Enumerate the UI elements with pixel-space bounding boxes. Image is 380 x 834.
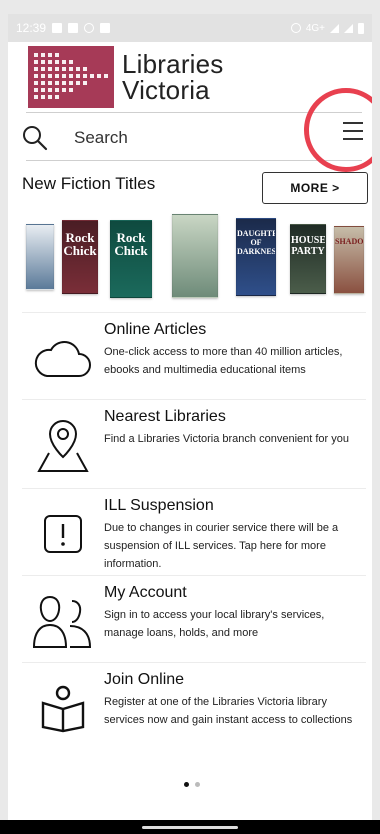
alert-icon <box>22 497 104 571</box>
alarm-icon <box>290 23 301 33</box>
search-icon[interactable] <box>22 125 48 151</box>
book-cover-1[interactable] <box>26 224 54 290</box>
item-title: ILL Suspension <box>104 497 214 514</box>
users-icon <box>22 584 104 658</box>
item-title: Join Online <box>104 671 185 688</box>
search-bar[interactable] <box>22 118 302 158</box>
logo-wordmark: Libraries Victoria <box>122 51 224 103</box>
message-icon <box>100 23 111 33</box>
signal-icon <box>330 23 339 33</box>
home-gesture-bar[interactable] <box>142 826 238 829</box>
item-description: Find a Libraries Victoria branch conveni… <box>104 433 349 445</box>
book-cover-6[interactable]: HOUSE PARTY <box>290 224 326 294</box>
list-item-nearest-libraries[interactable]: Nearest Libraries Find a Libraries Victo… <box>22 399 366 488</box>
book-cover-7-title: SHADOW <box>335 237 364 246</box>
page-dot-active[interactable] <box>184 782 189 787</box>
app-screen: Libraries Victoria New Fiction Titles MO… <box>8 42 372 820</box>
page-dot[interactable] <box>195 782 200 787</box>
reader-icon <box>22 671 104 745</box>
search-divider <box>26 160 362 161</box>
book-cover-6-title: HOUSE PARTY <box>291 235 326 257</box>
feature-list: Online Articles One-click access to more… <box>22 312 366 749</box>
logo-line-1: Libraries <box>122 49 224 79</box>
item-title: My Account <box>104 584 187 601</box>
book-cover-2-title: Rock Chick <box>63 230 97 258</box>
item-title: Online Articles <box>104 321 207 338</box>
app-notification-icon <box>68 23 79 33</box>
book-cover-5-title: DAUGHTER OF DARKNESS <box>237 229 276 256</box>
logo-mark-icon <box>28 46 114 108</box>
item-description: One-click access to more than 40 million… <box>104 346 343 376</box>
item-title: Nearest Libraries <box>104 408 226 425</box>
hamburger-menu-icon[interactable] <box>343 122 363 146</box>
more-button[interactable]: MORE > <box>262 172 368 204</box>
book-cover-3-title: Rock Chick <box>114 230 148 258</box>
signal-icon-2 <box>344 23 353 33</box>
notification-icon <box>52 23 63 33</box>
list-item-my-account[interactable]: My Account Sign in to access your local … <box>22 575 366 662</box>
item-description: Due to changes in courier service there … <box>104 522 339 570</box>
page-indicator <box>184 782 200 787</box>
book-cover-7[interactable]: SHADOW <box>334 226 364 294</box>
item-description: Sign in to access your local library's s… <box>104 609 325 639</box>
logo-line-2: Victoria <box>122 75 210 105</box>
map-pin-icon <box>22 408 104 484</box>
book-cover-4[interactable] <box>172 214 218 298</box>
list-item-join-online[interactable]: Join Online Register at one of the Libra… <box>22 662 366 749</box>
section-title: New Fiction Titles <box>22 174 156 193</box>
book-cover-3[interactable]: Rock Chick <box>110 220 152 298</box>
battery-icon <box>358 22 364 34</box>
network-type: 4G+ <box>305 22 325 34</box>
notification-icon-2 <box>84 23 95 33</box>
book-cover-2[interactable]: Rock Chick <box>62 220 98 294</box>
cloud-icon <box>22 321 104 395</box>
status-bar: 12:39 4G+ <box>8 14 372 42</box>
libraries-victoria-logo[interactable]: Libraries Victoria <box>28 46 224 108</box>
item-description: Register at one of the Libraries Victori… <box>104 696 353 726</box>
list-item-online-articles[interactable]: Online Articles One-click access to more… <box>22 312 366 399</box>
book-carousel[interactable]: Rock Chick Rock Chick DAUGHTER OF DARKNE… <box>26 214 372 304</box>
search-input[interactable] <box>72 127 276 149</box>
status-time: 12:39 <box>16 21 47 35</box>
list-item-ill-suspension[interactable]: ILL Suspension Due to changes in courier… <box>22 488 366 575</box>
book-cover-5[interactable]: DAUGHTER OF DARKNESS <box>236 218 276 296</box>
